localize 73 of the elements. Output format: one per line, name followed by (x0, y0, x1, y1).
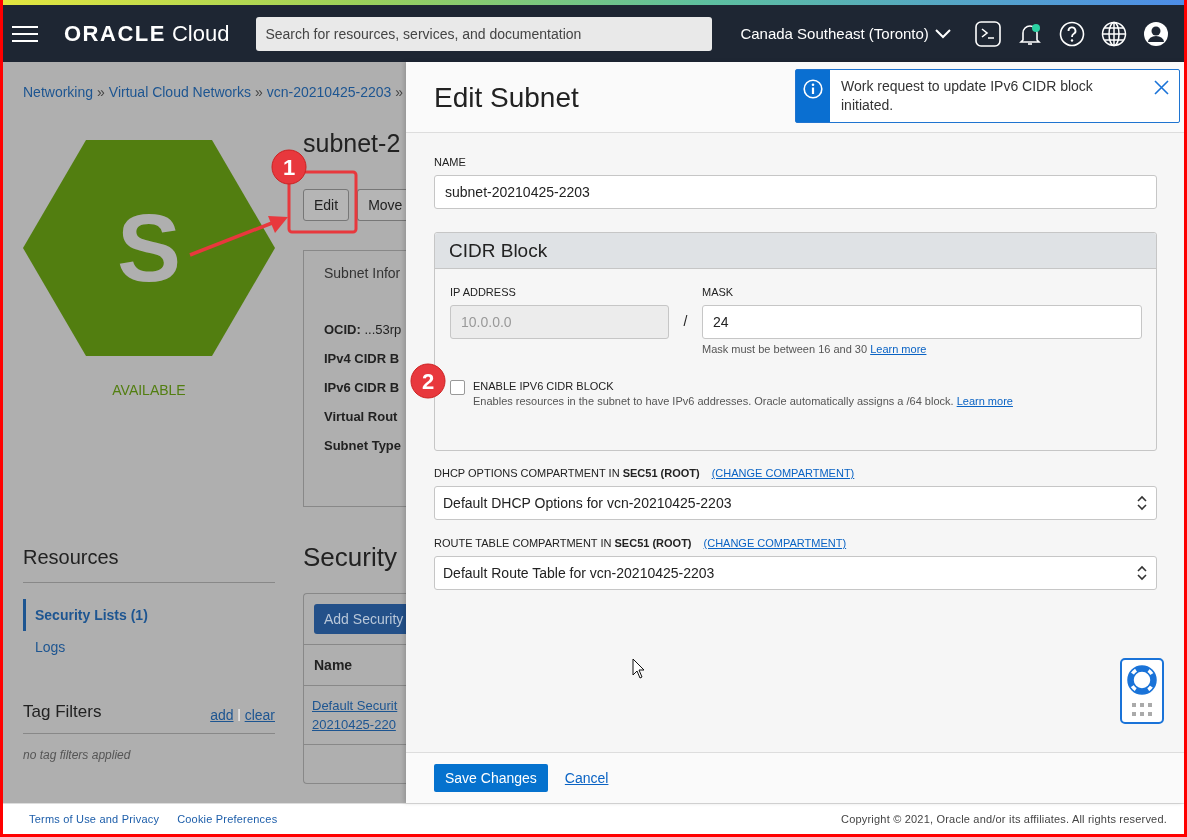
link-separator: | (237, 707, 241, 723)
region-selector[interactable]: Canada Southeast (Toronto) (740, 25, 951, 42)
slash-separator: / (683, 313, 688, 329)
breadcrumb-separator: » (395, 83, 404, 102)
section-title: Security (303, 542, 398, 572)
clear-link[interactable]: clear (244, 707, 275, 723)
panel-title: Edit Subnet (434, 82, 579, 114)
footer-link[interactable]: Terms of Use and Privacy (29, 813, 160, 825)
save-button[interactable]: Save Changes (434, 764, 548, 792)
mask-field[interactable]: 24 (702, 305, 1142, 339)
learn-more-link[interactable]: Learn more (956, 395, 1013, 407)
info-row-label: Virtual Rout (324, 408, 399, 425)
toast-message: Work request to update IPv6 CIDR block initiated. (840, 77, 1094, 115)
logo-wordmark: ORACLE (64, 20, 166, 47)
add-link[interactable]: add (210, 707, 234, 723)
checkbox-label: ENABLE IPV6 CIDR BLOCK (473, 379, 615, 393)
name-field[interactable]: subnet-20210425-2203 (434, 175, 1157, 209)
security-list-link[interactable]: Default Securit 20210425-220 (312, 696, 398, 734)
subnet-icon: S (23, 140, 275, 356)
field-label: NAME (434, 155, 467, 169)
change-compartment-link[interactable]: (CHANGE COMPARTMENT) (711, 466, 855, 480)
sort-arrows-icon (1137, 495, 1147, 511)
logo-suffix: Cloud (171, 20, 230, 47)
info-row-label: IPv4 CIDR B (324, 350, 401, 367)
section-title: Tag Filters (23, 701, 102, 723)
field-label: MASK (702, 285, 735, 299)
copyright-text: Copyright © 2021, Oracle and/or its affiliates. All rights reserved. (841, 813, 1167, 825)
panel-title: Subnet Infor (324, 265, 402, 281)
add-button[interactable]: Add Security (314, 604, 406, 634)
help-text: Enables resources in the subnet to have IPv6 addresses. Oracle automatically assigns a /64 block. Learn more (473, 394, 1013, 408)
breadcrumb-separator: » (254, 83, 263, 102)
status-label: AVAILABLE (112, 382, 186, 398)
cidr-header: CIDR Block (435, 233, 1156, 269)
step-badge: 2 (410, 363, 446, 399)
user-avatar-icon[interactable] (1142, 20, 1169, 47)
resource-menu-item[interactable]: Security Lists (1) (23, 599, 275, 631)
field-label: DHCP OPTIONS COMPARTMENT IN SEC51 (ROOT) (434, 466, 700, 480)
resource-menu-item[interactable]: Logs (23, 631, 275, 663)
action-button[interactable]: Edit (303, 189, 350, 221)
lifebuoy-icon (1127, 665, 1157, 695)
breadcrumb-link[interactable]: vcn-20210425-2203 (266, 82, 392, 102)
grid-dots-icon (1132, 703, 1152, 716)
section-title: Resources (23, 545, 120, 570)
chevron-down-icon (934, 28, 951, 39)
change-compartment-link[interactable]: (CHANGE COMPARTMENT) (703, 536, 847, 550)
logo[interactable]: ORACLE Cloud (64, 20, 230, 47)
select-field[interactable]: Default DHCP Options for vcn-20210425-2203 (434, 486, 1157, 520)
help-widget[interactable] (1120, 658, 1164, 724)
help-text: Mask must be between 16 and 30 Learn more (702, 342, 928, 356)
action-button[interactable]: Move (357, 189, 406, 221)
breadcrumb-link[interactable]: Virtual Cloud Networks (108, 82, 251, 102)
info-row-label: OCID: ...53rp (324, 321, 403, 338)
checkbox[interactable] (450, 380, 465, 395)
terminal-icon[interactable] (974, 20, 1001, 47)
help-icon[interactable] (1058, 20, 1085, 47)
cancel-link[interactable]: Cancel (564, 770, 609, 786)
close-icon[interactable] (1154, 80, 1169, 95)
field-label: ROUTE TABLE COMPARTMENT IN SEC51 (ROOT) (434, 536, 692, 550)
menu-icon[interactable] (12, 24, 38, 43)
breadcrumb-separator: » (97, 83, 105, 102)
breadcrumb-link[interactable]: Networking (23, 82, 94, 102)
search-field[interactable]: Search for resources, services, and documentation (256, 16, 713, 51)
globe-icon[interactable] (1100, 20, 1127, 47)
sort-arrows-icon (1137, 565, 1147, 581)
footer-link[interactable]: Cookie Preferences (177, 813, 278, 825)
empty-message: no tag filters applied (23, 748, 132, 762)
info-icon (803, 79, 823, 99)
field-label: IP ADDRESS (450, 285, 517, 299)
info-row-label: IPv6 CIDR B (324, 379, 401, 396)
info-row-label: Subnet Type (324, 437, 403, 454)
learn-more-link[interactable]: Learn more (870, 343, 927, 355)
select-field[interactable]: Default Route Table for vcn-20210425-2203 (434, 556, 1157, 590)
mouse-pointer-icon (632, 658, 645, 679)
